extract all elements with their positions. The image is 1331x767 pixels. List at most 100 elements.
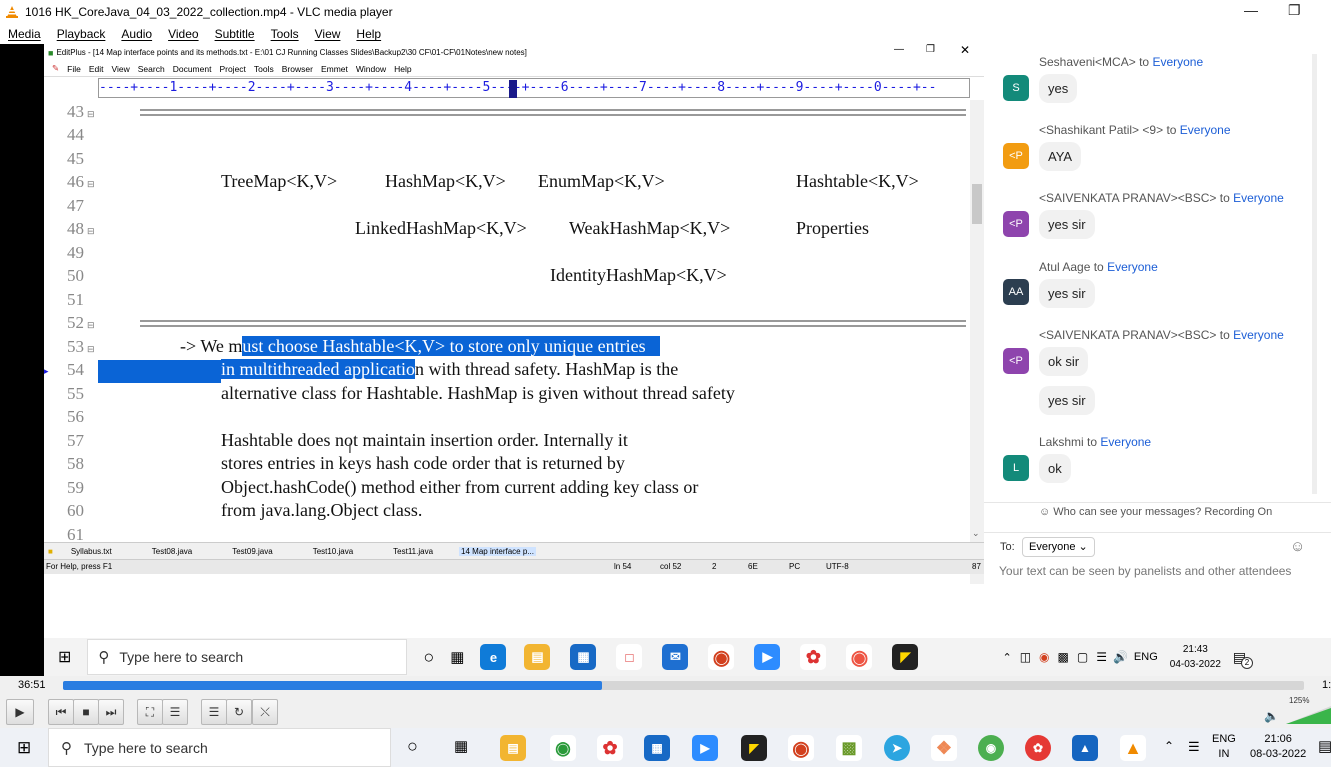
speaker-icon[interactable]: 🔈 (1264, 709, 1279, 723)
task-view-icon[interactable]: ▦ (454, 737, 468, 755)
store-icon[interactable]: ▦ (644, 735, 670, 761)
windows-start-icon[interactable]: ⊞ (17, 738, 31, 758)
taskbar-search-box[interactable]: ⚲ Type here to search (48, 728, 391, 767)
task-view-icon[interactable]: ▦ (450, 648, 464, 666)
sticky-notes-icon[interactable]: ◤ (741, 735, 767, 761)
doc-tab[interactable]: Test08.java (152, 547, 192, 556)
doc-tab-active[interactable]: 14 Map interface p... (459, 546, 536, 556)
language-indicator[interactable]: ENG (1134, 651, 1158, 663)
doc-tab[interactable]: Test11.java (393, 547, 433, 556)
store-icon[interactable]: ▦ (570, 644, 597, 670)
restore-button[interactable]: ❐ (1288, 2, 1301, 19)
language-indicator[interactable]: ENG IN (1212, 732, 1236, 762)
photos-icon[interactable]: ▲ (1072, 735, 1098, 761)
fold-marker-icon[interactable]: ⊟ (87, 320, 95, 331)
editor-scrollbar-thumb[interactable] (972, 184, 982, 224)
volume-slider[interactable] (1286, 706, 1331, 724)
ep-menu-document[interactable]: Document (173, 64, 212, 74)
snipping-tool-icon[interactable]: ✿ (597, 735, 623, 761)
ep-menu-help[interactable]: Help (394, 64, 411, 74)
ep-menu-file[interactable]: File (67, 64, 81, 74)
seek-bar[interactable] (63, 681, 1304, 690)
sticky-notes-icon[interactable]: ◤ (892, 644, 919, 670)
menu-subtitle[interactable]: Subtitle (215, 27, 255, 41)
tray-clock[interactable]: 21:06 08-03-2022 (1250, 732, 1306, 762)
zoom-icon[interactable]: ▶ (692, 735, 718, 761)
shuffle-button[interactable]: ⤬ (252, 699, 278, 725)
doc-tab[interactable]: Test10.java (313, 547, 353, 556)
ep-menu-tools[interactable]: Tools (254, 64, 274, 74)
game-icon[interactable]: ◉ (978, 735, 1004, 761)
mail-icon[interactable]: ✉ (662, 644, 689, 670)
doc-tab[interactable]: Test09.java (232, 547, 272, 556)
ep-menu-emmet[interactable]: Emmet (321, 64, 348, 74)
huawei-icon[interactable]: ✿ (1025, 735, 1051, 761)
tray-clock[interactable]: 21:43 04-03-2022 (1170, 642, 1221, 672)
edge-icon[interactable]: e (480, 644, 507, 670)
editplus-restore-button[interactable]: ❐ (926, 44, 935, 55)
snipping-tool-icon[interactable]: ✿ (800, 644, 827, 670)
vlc-taskbar-icon[interactable]: ▲ (1120, 735, 1146, 761)
editor-text-area[interactable]: 43 44 45 46 47 48 49 50 51 52 53 54 55 5… (44, 100, 970, 584)
zoom-icon[interactable]: ▶ (754, 644, 781, 670)
fold-marker-icon[interactable]: ⊟ (87, 344, 95, 355)
chart-app-icon[interactable]: ▩ (836, 735, 862, 761)
menu-audio[interactable]: Audio (121, 27, 152, 41)
fold-marker-icon[interactable]: ⊟ (87, 109, 95, 120)
recipient-dropdown[interactable]: Everyone ⌄ (1022, 537, 1095, 557)
menu-tools[interactable]: Tools (271, 27, 299, 41)
ep-menu-project[interactable]: Project (219, 64, 245, 74)
editplus-close-button[interactable]: ✕ (960, 44, 970, 57)
ep-menu-search[interactable]: Search (138, 64, 165, 74)
extended-settings-button[interactable]: ☰ (162, 699, 188, 725)
menu-video[interactable]: Video (168, 27, 198, 41)
file-explorer-icon[interactable]: ▤ (500, 735, 526, 761)
show-hidden-icons[interactable]: ⌃ (1002, 651, 1011, 664)
recipient-link[interactable]: Everyone (1100, 435, 1151, 449)
menu-media[interactable]: Media (8, 27, 41, 41)
menu-playback[interactable]: Playback (57, 27, 106, 41)
previous-button[interactable]: ⏮ (48, 699, 74, 725)
doc-tab[interactable]: Syllabus.txt (71, 547, 112, 556)
notification-icon[interactable]: ▤ (1318, 737, 1331, 755)
fold-marker-icon[interactable]: ⊟ (87, 179, 95, 190)
play-button[interactable]: ▶ (6, 699, 34, 725)
chrome-icon[interactable]: ◉ (846, 644, 873, 670)
notification-icon[interactable]: ▤ 2 (1233, 649, 1253, 669)
telegram-icon[interactable]: ➤ (884, 735, 910, 761)
chat-scrollbar[interactable] (1312, 54, 1317, 494)
chat-input[interactable]: Your text can be seen by panelists and o… (999, 564, 1319, 578)
editplus-minimize-button[interactable]: — (894, 44, 904, 55)
cortana-icon[interactable]: ○ (423, 647, 434, 668)
stop-button[interactable]: ■ (73, 699, 99, 725)
record-icon[interactable]: ◉ (708, 644, 735, 670)
fullscreen-button[interactable]: ⛶ (137, 699, 163, 725)
recipient-link[interactable]: Everyone (1233, 191, 1284, 205)
ep-menu-edit[interactable]: Edit (89, 64, 104, 74)
cortana-icon[interactable]: ○ (407, 736, 418, 757)
ep-menu-view[interactable]: View (111, 64, 129, 74)
recipient-link[interactable]: Everyone (1233, 328, 1284, 342)
visibility-notice[interactable]: ☺ Who can see your messages? Recording O… (1039, 506, 1272, 518)
record-icon[interactable]: ◉ (788, 735, 814, 761)
taskbar-search-box[interactable]: ⚲ Type here to search (87, 639, 408, 675)
emoji-icon[interactable]: ☺ (1290, 538, 1305, 555)
recipient-link[interactable]: Everyone (1107, 260, 1158, 274)
scroll-down-icon[interactable]: ⌄ (972, 528, 980, 539)
windows-start-icon[interactable]: ⊞ (58, 647, 71, 667)
chrome-icon[interactable]: ◉ (550, 735, 576, 761)
fold-marker-icon[interactable]: ⊟ (87, 226, 95, 237)
editor-scrollbar[interactable] (970, 100, 984, 584)
menu-help[interactable]: Help (356, 27, 381, 41)
file-explorer-icon[interactable]: ▤ (524, 644, 551, 670)
gift-icon[interactable]: □ (616, 644, 643, 670)
network-app-icon[interactable]: ❖ (931, 735, 957, 761)
loop-button[interactable]: ↻ (226, 699, 252, 725)
minimize-button[interactable]: — (1244, 2, 1258, 18)
recipient-link[interactable]: Everyone (1180, 123, 1231, 137)
playlist-button[interactable]: ☰ (201, 699, 227, 725)
recipient-link[interactable]: Everyone (1152, 55, 1203, 69)
show-hidden-icons[interactable]: ⌃ (1164, 739, 1174, 753)
menu-view[interactable]: View (315, 27, 341, 41)
next-button[interactable]: ⏭ (98, 699, 124, 725)
